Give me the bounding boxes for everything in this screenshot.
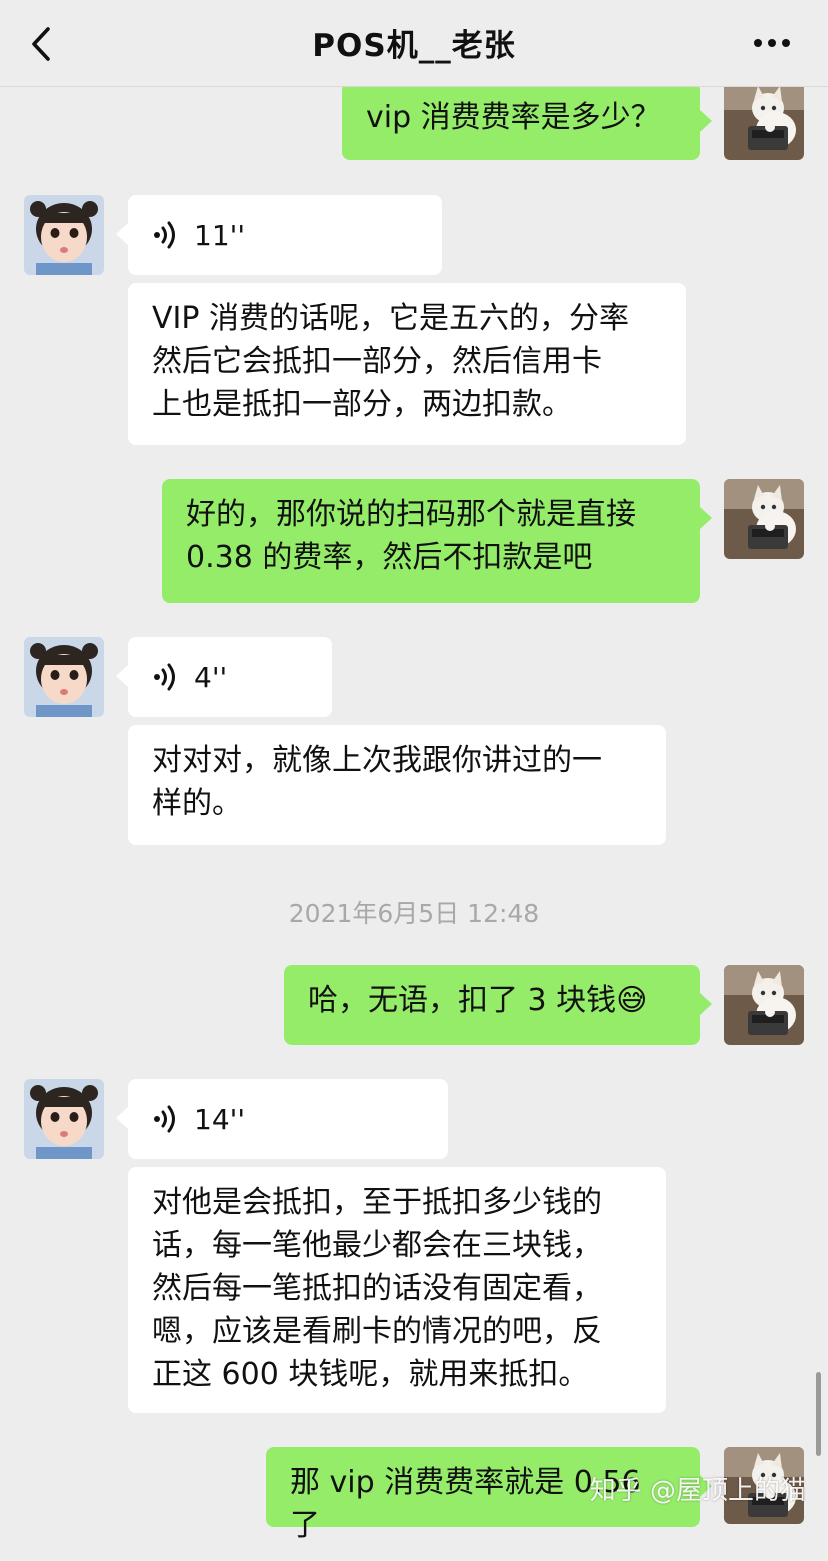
message-text: vip 消费费率是多少？ bbox=[366, 100, 661, 135]
message-text: 对对对，就像上次我跟你讲过的一 样的。 bbox=[152, 743, 602, 821]
message-text: 好的，那你说的扫码那个就是直接 0.38 的费率，然后不扣款是吧 bbox=[186, 497, 636, 575]
contact-avatar[interactable] bbox=[24, 637, 104, 717]
voice-duration: 4'' bbox=[194, 660, 228, 694]
voice-message[interactable]: 4'' bbox=[116, 637, 332, 717]
voice-message[interactable]: 14'' bbox=[116, 1079, 448, 1159]
more-dots-icon[interactable] bbox=[752, 36, 792, 50]
message-bubble-outgoing[interactable]: 哈，无语，扣了 3 块钱😅 bbox=[284, 965, 712, 1045]
voice-message[interactable]: 11'' bbox=[116, 195, 442, 275]
voice-icon bbox=[154, 1105, 175, 1133]
voice-icon bbox=[154, 663, 175, 691]
scrollbar[interactable] bbox=[816, 1372, 821, 1456]
my-avatar[interactable] bbox=[724, 479, 804, 559]
voice-duration: 11'' bbox=[194, 218, 246, 252]
watermark: 知乎 @屋顶上的猫 bbox=[589, 1476, 806, 1506]
message-bubble-incoming[interactable]: VIP 消费的话呢，它是五六的，分率 然后它会抵扣一部分，然后信用卡 上也是抵扣… bbox=[128, 283, 686, 445]
voice-duration: 14'' bbox=[194, 1102, 246, 1136]
chat-timestamp: 2021年6月5日 12:48 bbox=[288, 899, 540, 928]
message-bubble-incoming[interactable]: 对他是会抵扣，至于抵扣多少钱的 话，每一笔他最少都会在三块钱， 然后每一笔抵扣的… bbox=[128, 1167, 666, 1413]
voice-icon bbox=[154, 221, 175, 249]
chat-title: POS机__老张 bbox=[312, 28, 516, 64]
message-bubble-outgoing[interactable]: vip 消费费率是多少？ bbox=[342, 82, 712, 160]
message-bubble-outgoing[interactable]: 好的，那你说的扫码那个就是直接 0.38 的费率，然后不扣款是吧 bbox=[162, 479, 712, 603]
contact-avatar[interactable] bbox=[24, 195, 104, 275]
message-text: VIP 消费的话呢，它是五六的，分率 然后它会抵扣一部分，然后信用卡 上也是抵扣… bbox=[152, 301, 629, 422]
message-text: 哈，无语，扣了 3 块钱😅 bbox=[308, 983, 648, 1018]
chat-header: POS机__老张 bbox=[0, 0, 828, 87]
my-avatar[interactable] bbox=[724, 965, 804, 1045]
message-bubble-incoming[interactable]: 对对对，就像上次我跟你讲过的一 样的。 bbox=[128, 725, 666, 845]
contact-avatar[interactable] bbox=[24, 1079, 104, 1159]
my-avatar[interactable] bbox=[724, 80, 804, 160]
message-text: 对他是会抵扣，至于抵扣多少钱的 话，每一笔他最少都会在三块钱， 然后每一笔抵扣的… bbox=[152, 1185, 602, 1392]
